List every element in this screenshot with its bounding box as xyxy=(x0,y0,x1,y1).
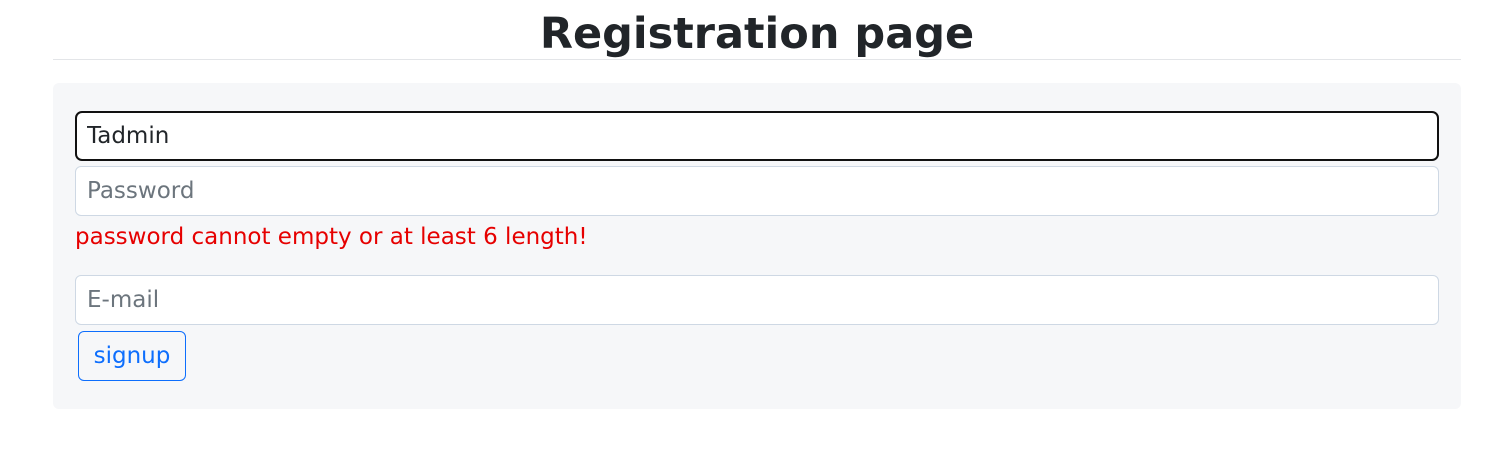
email-input[interactable] xyxy=(75,275,1439,325)
registration-form: password cannot empty or at least 6 leng… xyxy=(53,83,1461,409)
password-input[interactable] xyxy=(75,166,1439,216)
username-input[interactable] xyxy=(75,111,1439,161)
signup-button[interactable]: signup xyxy=(78,331,186,381)
page-title: Registration page xyxy=(539,9,975,59)
page-header: Registration page xyxy=(53,0,1461,60)
password-error-message: password cannot empty or at least 6 leng… xyxy=(75,224,588,250)
registration-page: Registration page password cannot empty … xyxy=(0,0,1497,467)
